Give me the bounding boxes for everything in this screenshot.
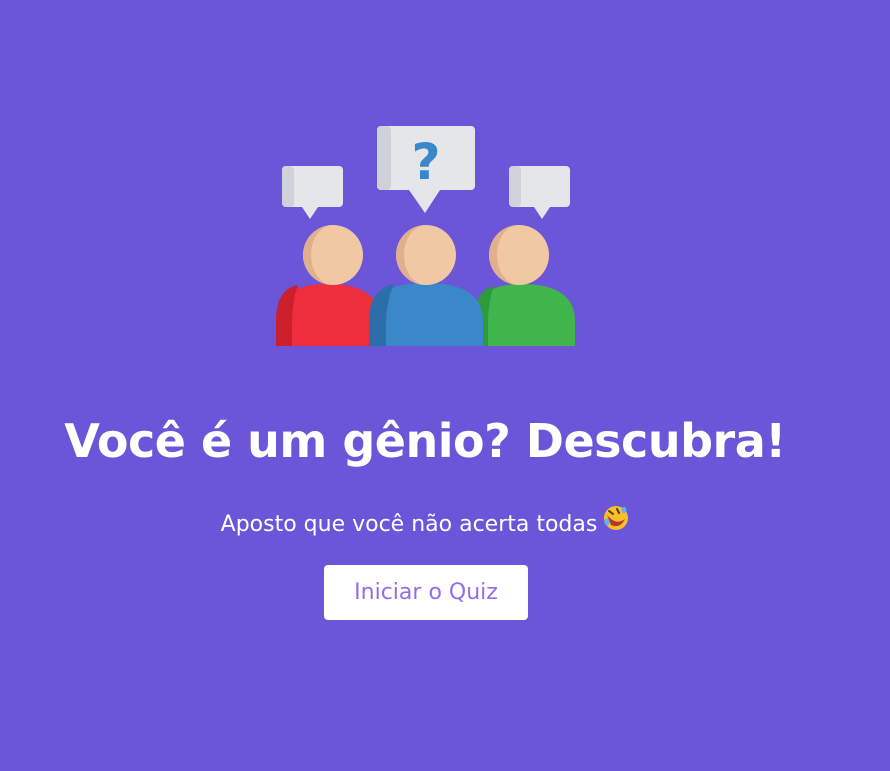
people-question-icon: ? xyxy=(276,126,575,346)
start-quiz-button[interactable]: Iniciar o Quiz xyxy=(324,565,528,620)
hero-illustration: ? xyxy=(276,126,576,346)
person-center xyxy=(369,225,483,346)
page-title: Você é um gênio? Descubra! xyxy=(64,414,786,468)
subtitle: Aposto que você não acerta todas xyxy=(0,505,850,543)
person-right xyxy=(474,225,575,346)
speech-bubble-left xyxy=(282,166,343,219)
rolling-on-floor-laughing-icon xyxy=(603,505,629,541)
speech-bubble-right xyxy=(509,166,570,219)
person-left xyxy=(276,225,380,346)
subtitle-text: Aposto que você não acerta todas xyxy=(220,512,598,537)
question-mark-icon: ? xyxy=(411,133,440,191)
speech-bubble-center: ? xyxy=(377,126,475,213)
